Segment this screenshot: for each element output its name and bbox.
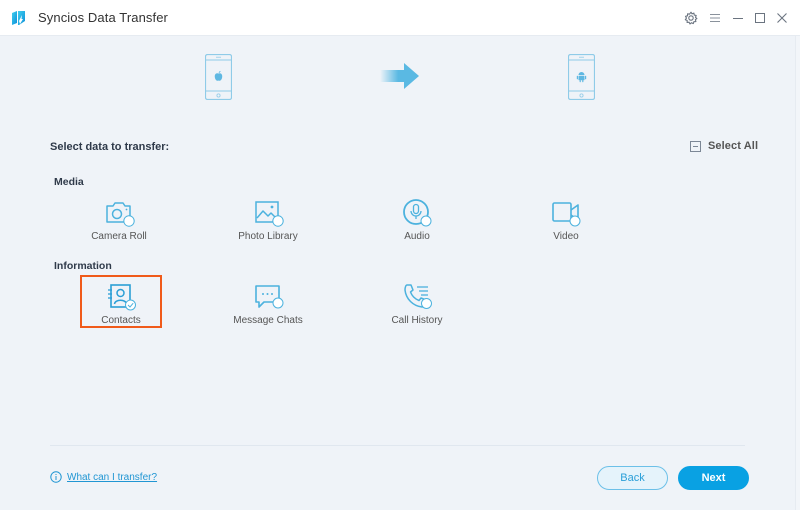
settings-button[interactable] (682, 9, 700, 27)
gear-icon (684, 11, 698, 25)
item-camera-roll[interactable]: Camera Roll (78, 198, 160, 250)
item-photo-library[interactable]: Photo Library (227, 198, 309, 250)
item-audio[interactable]: Audio (376, 198, 458, 250)
item-message-chats[interactable]: Message Chats (227, 282, 309, 334)
close-icon (777, 13, 787, 23)
microphone-icon (403, 199, 432, 227)
minimize-button[interactable] (729, 9, 747, 27)
contacts-icon (108, 284, 136, 311)
minimize-icon (733, 18, 743, 19)
photo-icon (255, 201, 284, 227)
select-data-heading: Select data to transfer: (50, 141, 170, 153)
menu-button[interactable] (706, 9, 724, 27)
select-all-label: Select All (708, 140, 759, 152)
target-device-android (567, 53, 596, 105)
call-history-icon (404, 284, 432, 309)
video-camera-icon (552, 202, 581, 227)
app-title: Syncios Data Transfer (38, 10, 168, 25)
device-transfer-header (0, 50, 800, 105)
item-video[interactable]: Video (525, 198, 607, 250)
item-label: Message Chats (233, 315, 303, 326)
footer-divider (50, 445, 745, 446)
camera-icon (106, 202, 135, 227)
message-icon (255, 285, 284, 309)
hamburger-menu-icon (710, 14, 720, 22)
section-label-media: Media (54, 176, 84, 188)
item-call-history[interactable]: Call History (376, 282, 458, 334)
maximize-icon (755, 13, 765, 23)
app-logo-icon (9, 9, 27, 27)
close-button[interactable] (773, 9, 791, 27)
item-label: Call History (391, 315, 443, 326)
arrow-right-icon (380, 62, 420, 95)
back-button[interactable]: Back (597, 466, 668, 490)
item-label: Camera Roll (91, 231, 147, 242)
item-label: Video (553, 231, 579, 242)
partial-checkbox-icon (690, 140, 701, 152)
select-all-checkbox[interactable]: Select All (690, 140, 758, 152)
help-link-label[interactable]: What can I transfer? (67, 472, 157, 483)
title-bar: Syncios Data Transfer (0, 0, 800, 36)
section-label-information: Information (54, 260, 112, 272)
item-contacts[interactable]: Contacts (80, 275, 162, 328)
help-link[interactable]: What can I transfer? (50, 471, 157, 483)
info-icon (50, 471, 62, 483)
next-button[interactable]: Next (678, 466, 749, 490)
source-device-iphone (204, 53, 233, 105)
item-label: Audio (404, 231, 430, 242)
item-label: Contacts (101, 315, 141, 326)
item-label: Photo Library (238, 231, 298, 242)
maximize-button[interactable] (751, 9, 769, 27)
android-icon (576, 72, 587, 83)
apple-icon (214, 70, 223, 81)
window-border (795, 36, 800, 510)
